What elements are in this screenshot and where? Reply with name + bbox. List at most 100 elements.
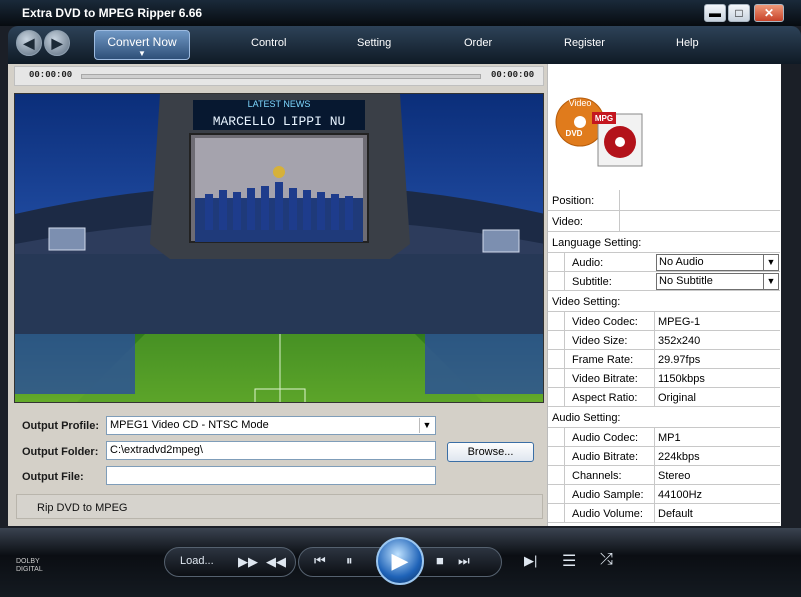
menu-setting[interactable]: Setting: [357, 37, 391, 49]
window-title: Extra DVD to MPEG Ripper 6.66: [22, 6, 203, 20]
output-profile-select[interactable]: MPEG1 Video CD - NTSC Mode ▼: [106, 416, 436, 435]
play-button[interactable]: ▶: [376, 537, 424, 585]
load-button[interactable]: Load...: [180, 555, 214, 567]
title-bar: Extra DVD to MPEG Ripper 6.66 ▬ □ ✕: [0, 0, 801, 26]
video-setting-row: Frame Rate: 29.97fps: [548, 350, 780, 369]
chevron-down-icon[interactable]: ▼: [419, 418, 434, 433]
chevron-down-icon[interactable]: ▼: [763, 255, 778, 270]
news-banner-top: LATEST NEWS: [248, 99, 311, 109]
video-label: Video:: [552, 216, 583, 228]
output-profile-label: Output Profile:: [22, 420, 99, 432]
audio-setting-row: Audio Codec: MP1: [548, 428, 780, 447]
menu-order[interactable]: Order: [464, 37, 492, 49]
audio-volume-label: Audio Volume:: [572, 508, 643, 520]
output-file-label: Output File:: [22, 471, 84, 483]
seek-bar: 00:00:00 00:00:00: [14, 66, 544, 86]
frame-rate-value: 29.97fps: [658, 354, 701, 366]
tab-convert-now-label: Convert Now: [107, 35, 177, 49]
stop-icon[interactable]: ■: [436, 553, 444, 568]
seek-track[interactable]: [81, 74, 481, 79]
shuffle-icon[interactable]: ⤮: [600, 551, 613, 569]
time-elapsed: 00:00:00: [29, 70, 73, 80]
subtitle-select[interactable]: No Subtitle ▼: [656, 273, 779, 290]
video-preview: LATEST NEWS MARCELLO LIPPI NU: [14, 93, 544, 403]
minimize-button[interactable]: ▬: [704, 4, 726, 22]
video-setting-header: Video Setting:: [548, 291, 780, 312]
audio-setting-row: Channels: Stereo: [548, 466, 780, 485]
fast-forward-icon[interactable]: ▶▶: [238, 554, 258, 570]
video-setting-row: Video Bitrate: 1150kbps: [548, 369, 780, 388]
audio-sample-value: 44100Hz: [658, 489, 703, 501]
audio-setting-row: Audio Bitrate: 224kbps: [548, 447, 780, 466]
video-row: Video:: [548, 211, 780, 232]
menu-control[interactable]: Control: [251, 37, 286, 49]
pause-icon[interactable]: ⏸: [346, 553, 353, 569]
status-text: Rip DVD to MPEG: [37, 502, 128, 514]
position-label: Position:: [552, 195, 595, 207]
news-banner-name: MARCELLO LIPPI NU: [213, 114, 346, 129]
output-profile-value: MPEG1 Video CD - NTSC Mode: [110, 419, 269, 431]
subtitle-row: Subtitle: No Subtitle ▼: [548, 272, 780, 291]
rewind-icon[interactable]: ◀◀: [266, 554, 286, 570]
video-setting-row: Aspect Ratio: Original: [548, 388, 780, 407]
audio-bitrate-value: 224kbps: [658, 451, 700, 463]
video-size-value: 352x240: [658, 335, 701, 347]
audio-codec-value: MP1: [658, 432, 681, 444]
channels-value: Stereo: [658, 470, 691, 482]
previous-icon[interactable]: ⏮: [314, 553, 326, 569]
next-icon[interactable]: ⏭: [458, 553, 470, 569]
logo-mpg-text: MPG: [595, 114, 613, 123]
audio-sample-label: Audio Sample:: [572, 489, 644, 501]
menu-help[interactable]: Help: [676, 37, 699, 49]
audio-bitrate-label: Audio Bitrate:: [572, 451, 639, 463]
subtitle-label: Subtitle:: [572, 276, 612, 288]
video-bitrate-label: Video Bitrate:: [572, 373, 638, 385]
info-table: Position: Video: Language Setting: Audio…: [548, 190, 780, 523]
browse-button[interactable]: Browse...: [447, 442, 534, 462]
video-setting-row: Video Codec: MPEG-1: [548, 312, 780, 331]
position-row: Position:: [548, 190, 780, 211]
frame-rate-label: Frame Rate:: [572, 354, 634, 366]
dolby-logo: DOLBY DIGITAL: [16, 558, 43, 573]
chevron-down-icon[interactable]: ▼: [763, 274, 778, 289]
playlist-icon[interactable]: ☰: [562, 551, 576, 571]
app-logo: Video DVD MPG: [552, 90, 652, 170]
channels-label: Channels:: [572, 470, 622, 482]
chevron-down-icon: ▼: [138, 49, 146, 58]
forward-button[interactable]: ▶: [44, 30, 70, 56]
audio-setting-row: Audio Sample: 44100Hz: [548, 485, 780, 504]
output-folder-label: Output Folder:: [22, 446, 99, 458]
audio-select-value: No Audio: [659, 256, 704, 268]
video-bitrate-value: 1150kbps: [658, 373, 705, 385]
back-button[interactable]: ◀: [16, 30, 42, 56]
menu-register[interactable]: Register: [564, 37, 605, 49]
status-bar: Rip DVD to MPEG: [16, 494, 543, 519]
logo-video-text: Video: [569, 98, 592, 108]
tab-convert-now[interactable]: Convert Now ▼: [94, 30, 190, 60]
stadium-image: LATEST NEWS MARCELLO LIPPI NU: [15, 94, 543, 402]
output-file-input[interactable]: [106, 466, 436, 485]
aspect-ratio-value: Original: [658, 392, 696, 404]
video-codec-value: MPEG-1: [658, 316, 701, 328]
audio-setting-row: Audio Volume: Default: [548, 504, 780, 523]
language-setting-header: Language Setting:: [548, 232, 780, 253]
subtitle-select-value: No Subtitle: [659, 275, 713, 287]
audio-volume-value: Default: [658, 508, 693, 520]
audio-label: Audio:: [572, 257, 604, 269]
step-icon[interactable]: ▶|: [524, 553, 537, 569]
close-button[interactable]: ✕: [754, 4, 784, 22]
output-folder-input[interactable]: C:\extradvd2mpeg\: [106, 441, 436, 460]
audio-select[interactable]: No Audio ▼: [656, 254, 779, 271]
maximize-button[interactable]: □: [728, 4, 750, 22]
video-codec-label: Video Codec:: [572, 316, 638, 328]
language-setting-title: Language Setting:: [552, 237, 642, 249]
audio-setting-header: Audio Setting:: [548, 407, 780, 428]
audio-codec-label: Audio Codec:: [572, 432, 639, 444]
nav-bar: ◀ ▶ Convert Now ▼ Control Setting Order …: [8, 26, 801, 64]
aspect-ratio-label: Aspect Ratio:: [572, 392, 638, 404]
time-total: 00:00:00: [491, 70, 535, 80]
video-size-label: Video Size:: [572, 335, 628, 347]
video-setting-title: Video Setting:: [552, 296, 621, 308]
audio-setting-title: Audio Setting:: [552, 412, 621, 424]
video-setting-row: Video Size: 352x240: [548, 331, 780, 350]
